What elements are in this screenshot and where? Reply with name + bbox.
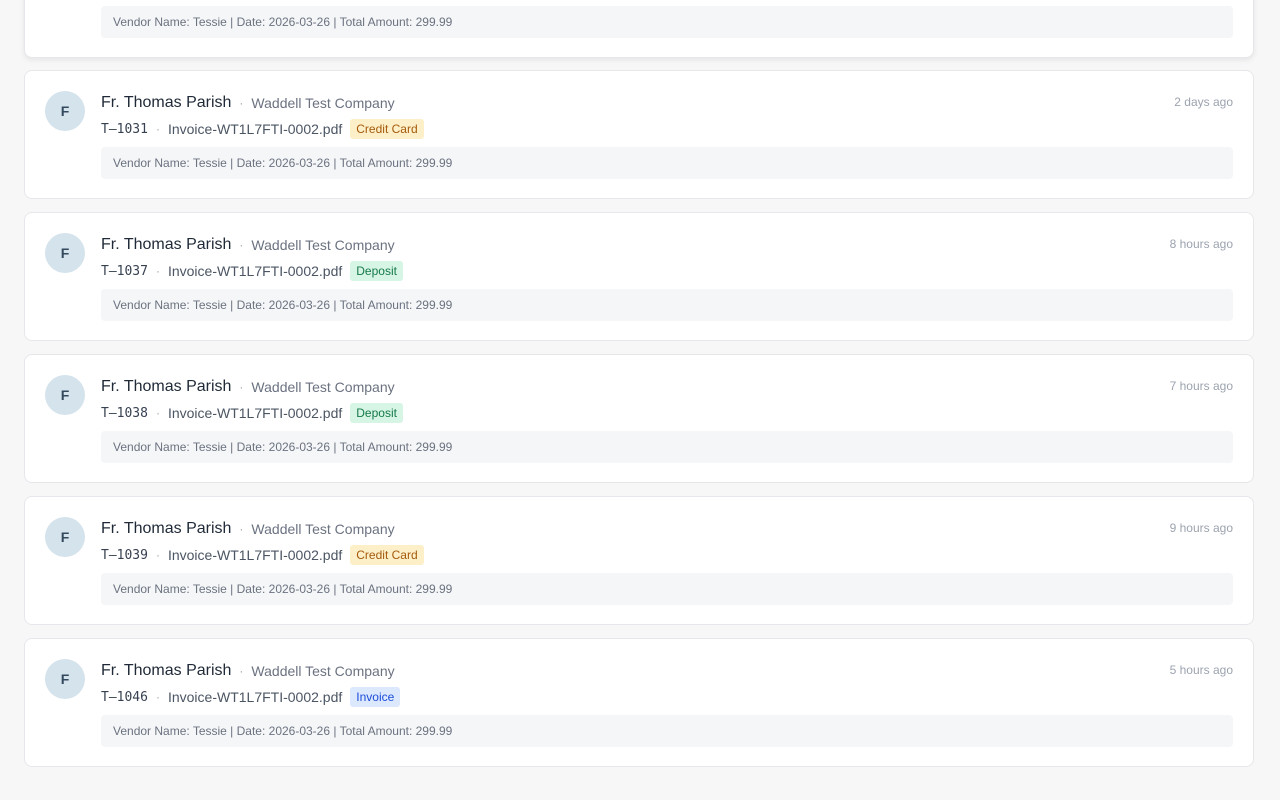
- separator-dot: ·: [239, 664, 244, 678]
- file-name-link[interactable]: Invoice-WT1L7FTI-0002.pdf: [168, 263, 342, 279]
- extracted-details: Vendor Name: Tessie | Date: 2026-03-26 |…: [101, 715, 1233, 747]
- transaction-id: T–1031: [101, 121, 148, 137]
- extracted-details: Vendor Name: Tessie | Date: 2026-03-26 |…: [101, 289, 1233, 321]
- separator-dot: ·: [239, 380, 244, 394]
- avatar: F: [45, 233, 85, 273]
- activity-card[interactable]: F Fr. Thomas Parish · Waddell Test Compa…: [24, 70, 1254, 199]
- transaction-id: T–1046: [101, 689, 148, 705]
- avatar: F: [45, 375, 85, 415]
- company-name: Waddell Test Company: [251, 521, 395, 537]
- file-name-link[interactable]: Invoice-WT1L7FTI-0002.pdf: [168, 689, 342, 705]
- relative-time: 2 days ago: [1174, 95, 1233, 109]
- person-name: Fr. Thomas Parish: [101, 94, 232, 111]
- transaction-id: T–1039: [101, 547, 148, 563]
- relative-time: 9 hours ago: [1169, 521, 1233, 535]
- card-subline: T–1039 · Invoice-WT1L7FTI-0002.pdf Credi…: [101, 545, 424, 565]
- avatar: F: [45, 659, 85, 699]
- activity-card[interactable]: F Fr. Thomas Parish · Waddell Test Compa…: [24, 354, 1254, 483]
- transaction-id: T–1037: [101, 263, 148, 279]
- card-header: Fr. Thomas Parish · Waddell Test Company: [101, 376, 395, 398]
- transaction-id: T–1038: [101, 405, 148, 421]
- avatar: F: [45, 91, 85, 131]
- person-name: Fr. Thomas Parish: [101, 378, 232, 395]
- card-header: Fr. Thomas Parish · Waddell Test Company: [101, 660, 395, 682]
- card-subline: T–1031 · Invoice-WT1L7FTI-0002.pdf Credi…: [101, 119, 424, 139]
- card-subline: T–1046 · Invoice-WT1L7FTI-0002.pdf Invoi…: [101, 687, 401, 707]
- activity-card[interactable]: F Fr. Thomas Parish · Waddell Test Compa…: [24, 212, 1254, 341]
- person-name: Fr. Thomas Parish: [101, 520, 232, 537]
- separator-dot: ·: [155, 264, 160, 278]
- file-name-link[interactable]: Invoice-WT1L7FTI-0002.pdf: [168, 405, 342, 421]
- relative-time: 7 hours ago: [1169, 379, 1233, 393]
- type-badge: Credit Card: [350, 119, 424, 139]
- extracted-details: Vendor Name: Tessie | Date: 2026-03-26 |…: [101, 573, 1233, 605]
- company-name: Waddell Test Company: [251, 663, 395, 679]
- activity-card[interactable]: F Fr. Thomas Parish · Waddell Test Compa…: [24, 496, 1254, 625]
- file-name-link[interactable]: Invoice-WT1L7FTI-0002.pdf: [168, 121, 342, 137]
- type-badge: Deposit: [350, 261, 403, 281]
- person-name: Fr. Thomas Parish: [101, 662, 232, 679]
- file-name-link[interactable]: Invoice-WT1L7FTI-0002.pdf: [168, 547, 342, 563]
- separator-dot: ·: [155, 690, 160, 704]
- type-badge: Invoice: [350, 687, 401, 707]
- card-header: Fr. Thomas Parish · Waddell Test Company: [101, 234, 395, 256]
- card-header: Fr. Thomas Parish · Waddell Test Company: [101, 518, 395, 540]
- company-name: Waddell Test Company: [251, 237, 395, 253]
- separator-dot: ·: [239, 522, 244, 536]
- extracted-details: Vendor Name: Tessie | Date: 2026-03-26 |…: [101, 6, 1233, 38]
- activity-card[interactable]: F Fr. Thomas Parish · Waddell Test Compa…: [24, 638, 1254, 767]
- relative-time: 8 hours ago: [1169, 237, 1233, 251]
- separator-dot: ·: [155, 406, 160, 420]
- separator-dot: ·: [239, 96, 244, 110]
- type-badge: Credit Card: [350, 545, 424, 565]
- relative-time: 5 hours ago: [1169, 663, 1233, 677]
- extracted-details: Vendor Name: Tessie | Date: 2026-03-26 |…: [101, 431, 1233, 463]
- type-badge: Deposit: [350, 403, 403, 423]
- activity-feed: Vendor Name: Tessie | Date: 2026-03-26 |…: [0, 0, 1280, 800]
- separator-dot: ·: [239, 238, 244, 252]
- avatar: F: [45, 517, 85, 557]
- card-header: Fr. Thomas Parish · Waddell Test Company: [101, 92, 395, 114]
- separator-dot: ·: [155, 122, 160, 136]
- company-name: Waddell Test Company: [251, 379, 395, 395]
- person-name: Fr. Thomas Parish: [101, 236, 232, 253]
- activity-card-partial[interactable]: Vendor Name: Tessie | Date: 2026-03-26 |…: [24, 0, 1254, 58]
- card-subline: T–1038 · Invoice-WT1L7FTI-0002.pdf Depos…: [101, 403, 403, 423]
- separator-dot: ·: [155, 548, 160, 562]
- extracted-details: Vendor Name: Tessie | Date: 2026-03-26 |…: [101, 147, 1233, 179]
- card-subline: T–1037 · Invoice-WT1L7FTI-0002.pdf Depos…: [101, 261, 403, 281]
- company-name: Waddell Test Company: [251, 95, 395, 111]
